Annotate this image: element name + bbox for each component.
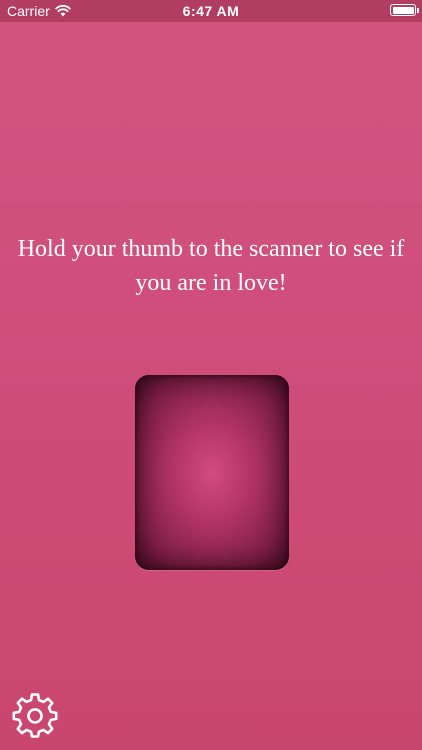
status-time: 6:47 AM: [182, 3, 240, 19]
battery-level: [392, 6, 414, 14]
status-right: [390, 4, 419, 16]
thumb-scanner[interactable]: [135, 375, 289, 570]
settings-button[interactable]: [12, 693, 58, 739]
battery-icon: [390, 4, 419, 16]
gear-icon: [12, 693, 58, 739]
status-bar: Carrier 6:47 AM: [0, 0, 422, 22]
instruction-text: Hold your thumb to the scanner to see if…: [17, 236, 405, 296]
